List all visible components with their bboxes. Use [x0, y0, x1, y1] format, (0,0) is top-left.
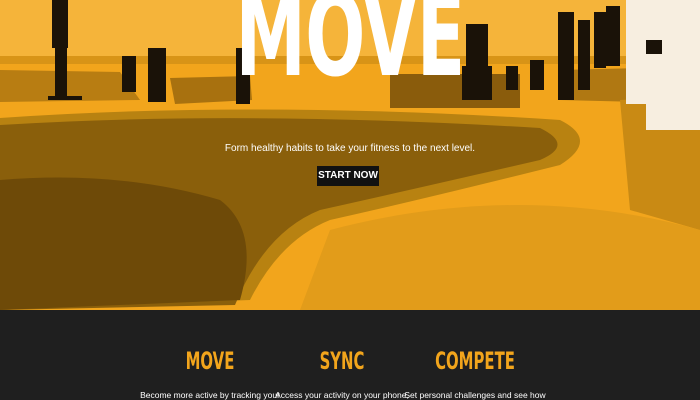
- feature-move: MOVE Become more active by tracking your: [135, 346, 285, 400]
- start-now-button[interactable]: START NOW: [317, 166, 379, 186]
- hero-tagline: Form healthy habits to take your fitness…: [224, 143, 476, 154]
- hero-section: MOVE Form healthy habits to take your fi…: [0, 0, 700, 310]
- feature-title: SYNC: [319, 347, 365, 375]
- feature-text: Set personal challenges and see how: [404, 390, 546, 400]
- feature-compete: COMPETE Set personal challenges and see …: [400, 346, 550, 400]
- feature-title: MOVE: [185, 347, 235, 375]
- feature-text: Become more active by tracking your: [140, 390, 280, 400]
- feature-text: Access your activity on your phone,: [275, 390, 409, 400]
- features-section: MOVE Become more active by tracking your…: [0, 310, 700, 400]
- feature-title: COMPETE: [435, 347, 515, 375]
- hero-title: MOVE: [235, 0, 465, 102]
- feature-sync: SYNC Access your activity on your phone,: [267, 346, 417, 400]
